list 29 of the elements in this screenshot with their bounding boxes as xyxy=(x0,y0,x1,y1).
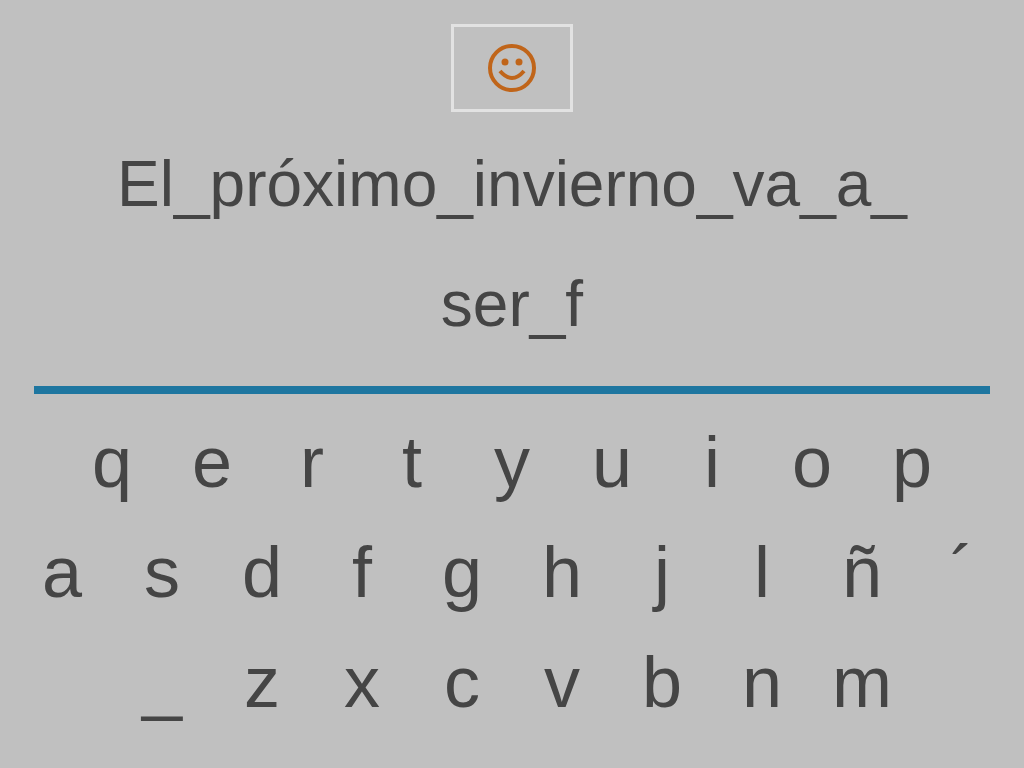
sentence-text: ser_f xyxy=(440,267,584,342)
letter-key[interactable]: y xyxy=(462,412,562,512)
letter-key[interactable]: e xyxy=(162,412,262,512)
letter-key[interactable]: v xyxy=(512,632,612,732)
letter-key[interactable]: q xyxy=(62,412,162,512)
letter-key[interactable]: p xyxy=(862,412,962,512)
letter-key[interactable]: o xyxy=(762,412,862,512)
letter-key[interactable]: _ xyxy=(112,632,212,732)
letter-key[interactable]: n xyxy=(712,632,812,732)
letter-key[interactable]: g xyxy=(412,522,512,622)
letter-key[interactable]: f xyxy=(312,522,412,622)
letter-key[interactable]: ñ xyxy=(812,522,912,622)
letter-key[interactable]: j xyxy=(612,522,712,622)
letter-key[interactable]: z xyxy=(212,632,312,732)
letter-key[interactable]: m xyxy=(812,632,912,732)
letter-key[interactable]: d xyxy=(212,522,312,622)
letter-key[interactable]: s xyxy=(112,522,212,622)
letter-key[interactable]: ´ xyxy=(912,522,1012,622)
letter-key[interactable]: x xyxy=(312,632,412,732)
letter-key[interactable]: l xyxy=(712,522,812,622)
letter-key[interactable]: h xyxy=(512,522,612,622)
letter-key[interactable]: c xyxy=(412,632,512,732)
letter-key[interactable]: a xyxy=(12,522,112,622)
letter-key[interactable]: i xyxy=(662,412,762,512)
letter-key[interactable]: t xyxy=(362,412,462,512)
letter-key[interactable]: u xyxy=(562,412,662,512)
letter-key[interactable]: b xyxy=(612,632,712,732)
letter-key[interactable]: r xyxy=(262,412,362,512)
sentence-text: El_próximo_invierno_va_a_ xyxy=(117,147,907,222)
